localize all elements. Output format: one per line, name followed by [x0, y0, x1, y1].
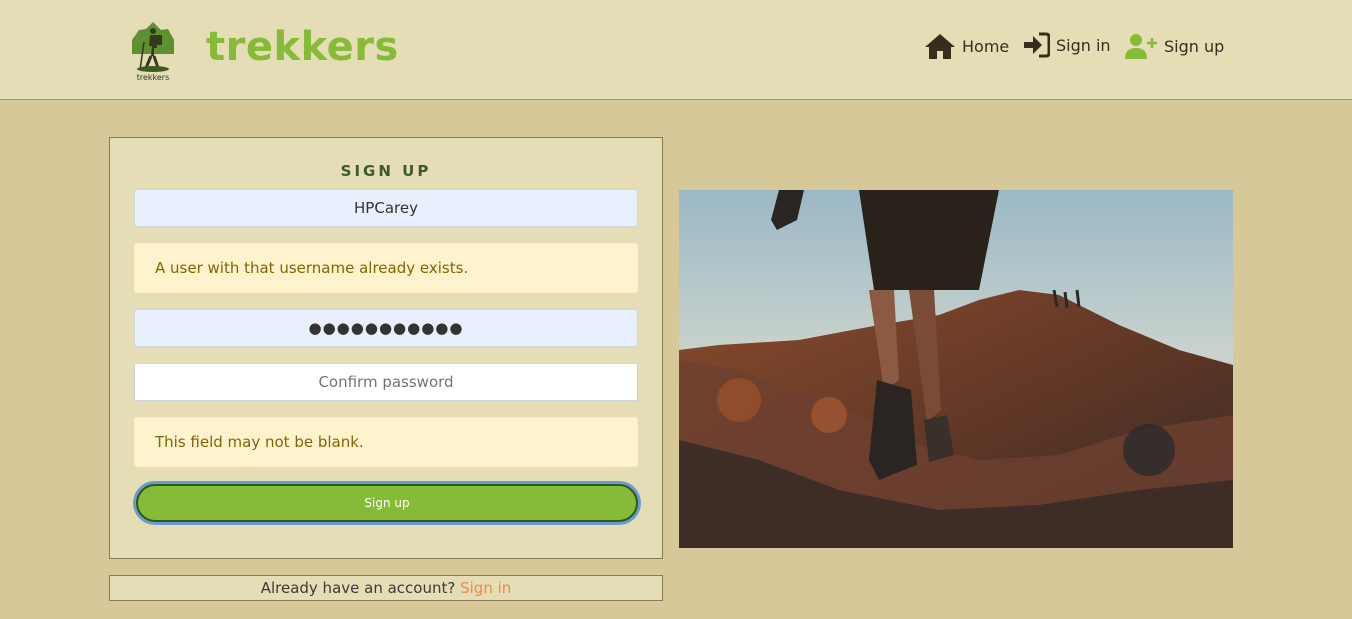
signin-prompt-text: Already have an account?	[260, 579, 456, 597]
nav-signup-label: Sign up	[1164, 36, 1225, 56]
username-error-alert: A user with that username already exists…	[134, 243, 638, 293]
signup-card: SIGN UP A user with that username alread…	[109, 137, 663, 559]
house-icon	[925, 34, 955, 59]
nav-signin-label: Sign in	[1056, 35, 1111, 55]
hero-image	[679, 190, 1233, 548]
username-input[interactable]	[134, 189, 638, 227]
confirm-password-input[interactable]	[134, 363, 638, 401]
user-plus-icon	[1125, 34, 1157, 59]
site-header: trekkers trekkers Home Sign in Sign up	[0, 0, 1352, 100]
brand-name[interactable]: trekkers	[206, 24, 399, 70]
sign-in-arrow-icon	[1024, 32, 1050, 58]
hiker-logo-icon	[132, 22, 174, 72]
sign-up-button[interactable]: Sign up	[136, 484, 638, 522]
nav-home-label: Home	[962, 36, 1010, 56]
form-title: SIGN UP	[340, 162, 432, 180]
nav-home[interactable]: Home	[924, 32, 1009, 60]
confirm-password-error-alert: This field may not be blank.	[134, 417, 638, 467]
nav-signin[interactable]: Sign in	[1022, 32, 1111, 58]
password-input[interactable]	[134, 309, 638, 347]
nav-signup[interactable]: Sign up	[1124, 32, 1224, 60]
logo-caption: trekkers	[136, 73, 170, 82]
signin-prompt-box: Already have an account? Sign in	[109, 575, 663, 601]
signin-link[interactable]: Sign in	[460, 579, 511, 597]
